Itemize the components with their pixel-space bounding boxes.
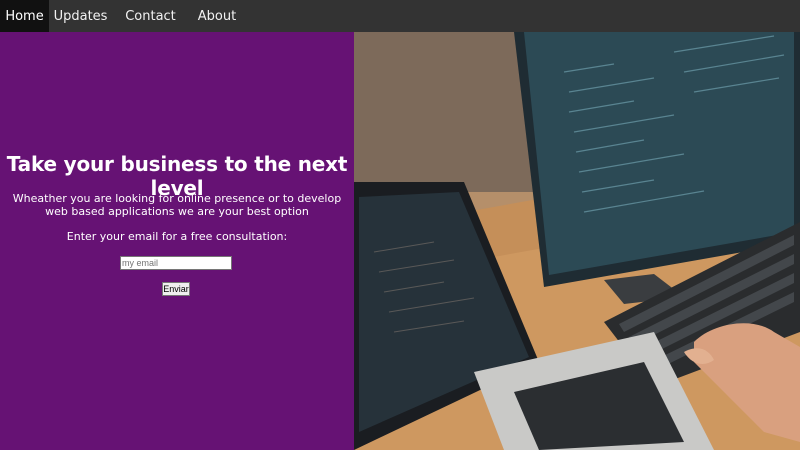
nav-contact[interactable]: Contact <box>112 0 189 32</box>
hero-panel: Take your business to the next level Whe… <box>0 32 354 450</box>
nav-home-label: Home <box>5 8 44 24</box>
email-prompt: Enter your email for a free consultation… <box>66 230 288 243</box>
nav-home[interactable]: Home <box>0 0 49 32</box>
nav-contact-label: Contact <box>125 8 176 24</box>
nav-about[interactable]: About <box>189 0 245 32</box>
nav-about-label: About <box>197 8 237 24</box>
hero-subtext: Wheather you are looking for online pres… <box>12 192 342 218</box>
page: Home Updates Contact About Take your bus… <box>0 0 800 450</box>
email-input[interactable] <box>120 256 232 270</box>
nav-updates-label: Updates <box>53 8 108 24</box>
photo-icon <box>354 32 800 450</box>
submit-button[interactable]: Enviar <box>162 282 190 296</box>
hero-image <box>354 32 800 450</box>
nav-updates[interactable]: Updates <box>49 0 112 32</box>
top-navigation: Home Updates Contact About <box>0 0 800 32</box>
